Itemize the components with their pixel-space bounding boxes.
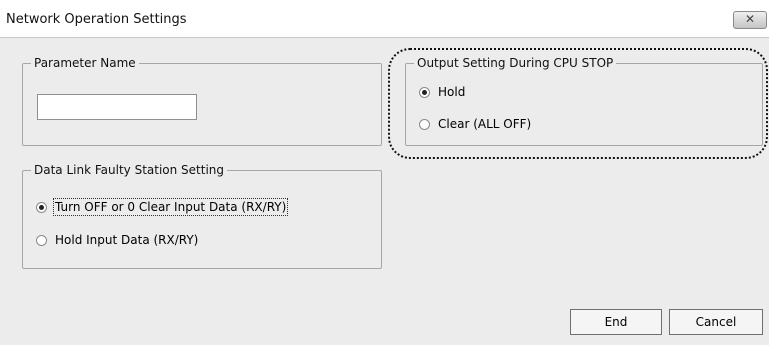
close-icon: ✕ <box>744 12 756 26</box>
parameter-name-group: Parameter Name <box>22 56 382 146</box>
close-button[interactable]: ✕ <box>733 11 767 29</box>
hold-radio-button[interactable] <box>419 86 430 98</box>
radio-turn-off-option[interactable]: Turn OFF or 0 Clear Input Data (RX/RY) <box>36 198 289 216</box>
output-setting-legend: Output Setting During CPU STOP <box>414 56 617 70</box>
cancel-button[interactable]: Cancel <box>669 309 763 335</box>
hold-radio-label: Hold <box>438 85 466 99</box>
radio-hold-input-option[interactable]: Hold Input Data (RX/RY) <box>36 233 198 247</box>
parameter-name-input[interactable] <box>37 94 197 120</box>
hold-input-radio-button[interactable] <box>36 234 47 246</box>
output-setting-group: Output Setting During CPU STOP Hold Clea… <box>405 56 763 146</box>
parameter-name-legend: Parameter Name <box>31 56 139 70</box>
end-button[interactable]: End <box>570 309 662 335</box>
dialog-body: Parameter Name Output Setting During CPU… <box>0 37 769 345</box>
faulty-station-legend: Data Link Faulty Station Setting <box>31 163 228 177</box>
clear-radio-button[interactable] <box>419 118 430 130</box>
turn-off-radio-button[interactable] <box>36 201 47 213</box>
clear-radio-label: Clear (ALL OFF) <box>438 117 532 131</box>
window-title: Network Operation Settings <box>6 12 187 27</box>
radio-hold-option[interactable]: Hold <box>419 85 465 99</box>
radio-clear-option[interactable]: Clear (ALL OFF) <box>419 117 531 131</box>
faulty-station-group: Data Link Faulty Station Setting Turn OF… <box>22 163 382 269</box>
hold-input-radio-label: Hold Input Data (RX/RY) <box>55 233 199 247</box>
turn-off-radio-label: Turn OFF or 0 Clear Input Data (RX/RY) <box>52 198 289 216</box>
title-bar: Network Operation Settings ✕ <box>0 0 769 37</box>
